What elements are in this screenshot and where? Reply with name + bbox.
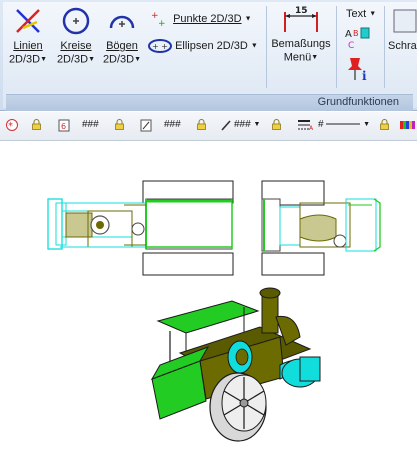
svg-text:A: A bbox=[309, 125, 314, 131]
dropdown-arrow-icon: ▼ bbox=[134, 56, 142, 63]
svg-text:+ +: + + bbox=[152, 42, 168, 51]
kreise-label: Kreise bbox=[60, 40, 92, 52]
points-icon: + + bbox=[151, 11, 166, 29]
info-pin-icon[interactable]: i bbox=[344, 56, 372, 85]
kreise-sublabel: 2D/3D bbox=[56, 53, 89, 66]
ellipse-icon: + + bbox=[148, 39, 172, 53]
svg-text:6: 6 bbox=[61, 122, 66, 131]
dropdown-arrow-icon: ▼ bbox=[311, 54, 319, 61]
dropdown-arrow-icon: ▼ bbox=[363, 120, 371, 128]
dropdown-arrow-icon: ▼ bbox=[250, 42, 258, 50]
drawing-canvas[interactable] bbox=[0, 141, 417, 450]
ribbon-separator bbox=[266, 6, 267, 88]
linetype-icon[interactable]: A bbox=[298, 119, 314, 134]
boegen-label: Bögen bbox=[106, 40, 138, 52]
boegen-sublabel: 2D/3D bbox=[102, 53, 135, 66]
svg-text:i: i bbox=[362, 69, 367, 82]
linien-label: Linien bbox=[13, 40, 43, 52]
text-label: Text bbox=[346, 8, 367, 20]
kreise-button[interactable]: Kreise 2D/3D▼ bbox=[54, 6, 98, 66]
dropdown-arrow-icon: ▼ bbox=[253, 120, 261, 128]
bemassung-label: Bemaßungs bbox=[271, 38, 331, 50]
side-view bbox=[47, 180, 234, 276]
bemassung-button[interactable]: 15 Bemaßungs Menü▼ bbox=[270, 4, 332, 64]
boegen-button[interactable]: Bögen 2D/3D▼ bbox=[100, 6, 144, 66]
ellipsen-label: Ellipsen 2D/3D bbox=[175, 39, 248, 52]
ribbon: Linien 2D/3D▼ Kreise 2D/3D▼ Bögen 2D/3D▼… bbox=[0, 0, 417, 111]
svg-text:*: * bbox=[8, 121, 13, 131]
linewidth-hash: ### bbox=[234, 119, 251, 130]
dropdown-arrow-icon: ▼ bbox=[244, 15, 252, 23]
svg-text:B: B bbox=[353, 29, 359, 38]
linewidth-value[interactable]: ### ▼ bbox=[234, 119, 260, 130]
dropdown-arrow-icon: ▼ bbox=[369, 10, 377, 18]
pen-icon[interactable] bbox=[140, 119, 152, 135]
schra-label: Schra bbox=[388, 40, 417, 52]
ribbon-separator bbox=[336, 6, 337, 88]
dimension-value: 15 bbox=[295, 6, 308, 16]
text-button[interactable]: Text ▼ bbox=[346, 8, 376, 20]
top-view bbox=[261, 180, 381, 276]
linetype-prefix: # bbox=[318, 119, 324, 130]
linien-button[interactable]: Linien 2D/3D▼ bbox=[8, 6, 48, 66]
ribbon-group-footer: Grundfunktionen bbox=[6, 94, 413, 111]
pen-value[interactable]: ### bbox=[164, 119, 181, 130]
ellipsen-button[interactable]: + + Ellipsen 2D/3D ▼ bbox=[148, 38, 258, 54]
color-palette-icon[interactable] bbox=[400, 119, 416, 134]
properties-toolbar: * 6 ### ### ### ▼ A # ▼ bbox=[0, 112, 417, 141]
lock-icon[interactable] bbox=[197, 119, 206, 130]
bemassung-sublabel: Menü bbox=[283, 51, 312, 64]
svg-text:+: + bbox=[158, 19, 166, 28]
arc-icon bbox=[109, 15, 135, 29]
lock-icon[interactable] bbox=[32, 119, 41, 130]
pencil-icon[interactable] bbox=[220, 119, 232, 134]
punkte-button[interactable]: + + Punkte 2D/3D ▼ bbox=[150, 10, 252, 29]
svg-text:C: C bbox=[348, 41, 354, 50]
group-label: Grundfunktionen bbox=[317, 96, 399, 108]
asterisk-icon[interactable]: * bbox=[6, 119, 18, 134]
linetype-select[interactable]: # ▼ bbox=[318, 119, 370, 130]
layer-value[interactable]: ### bbox=[82, 119, 99, 130]
layer-icon[interactable]: 6 bbox=[58, 119, 70, 135]
lock-icon[interactable] bbox=[272, 119, 281, 130]
lock-icon[interactable] bbox=[115, 119, 124, 130]
line-icon bbox=[16, 9, 40, 33]
schra-button[interactable]: Schra bbox=[388, 6, 417, 53]
lock-icon[interactable] bbox=[380, 119, 389, 130]
isometric-view bbox=[150, 287, 321, 442]
linien-sublabel: 2D/3D bbox=[8, 53, 41, 66]
cad-drawing bbox=[47, 180, 381, 442]
ribbon-separator bbox=[384, 6, 385, 88]
punkte-label: Punkte 2D/3D bbox=[173, 12, 242, 25]
dimension-icon: 15 bbox=[284, 6, 318, 32]
dropdown-arrow-icon: ▼ bbox=[40, 56, 48, 63]
hatch-icon bbox=[393, 9, 417, 33]
svg-text:A: A bbox=[345, 29, 352, 40]
circle-icon bbox=[62, 7, 90, 35]
text-style-icon[interactable]: A B C bbox=[344, 26, 372, 53]
dropdown-arrow-icon: ▼ bbox=[88, 56, 96, 63]
